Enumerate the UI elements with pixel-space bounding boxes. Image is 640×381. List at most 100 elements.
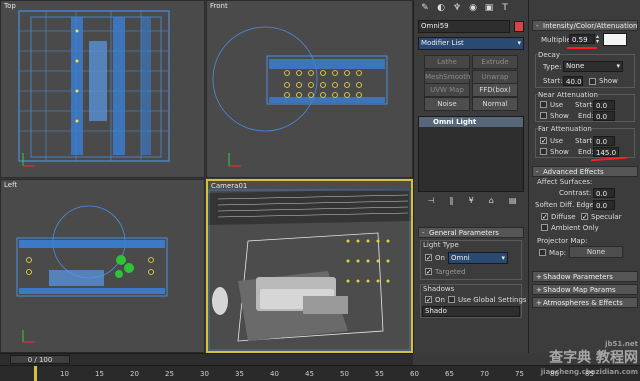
shadows-on-checkbox[interactable]: ✓ — [425, 296, 432, 304]
hierarchy-tab-icon[interactable]: ♆ — [450, 2, 464, 14]
light-on-checkbox[interactable]: ✓ — [425, 254, 432, 262]
shadows-label: Shadows — [423, 285, 455, 293]
frame-counter: 0 / 100 — [27, 356, 53, 364]
utilities-tab-icon[interactable]: T — [498, 2, 512, 14]
viewport-label[interactable]: Front — [210, 2, 228, 10]
use-global-label: Use Global Settings — [458, 296, 527, 304]
modifier-button-uvw-map[interactable]: UVW Map — [424, 83, 470, 97]
modifier-list-dropdown[interactable]: Modifier List ▾ — [418, 37, 524, 50]
modifier-button-meshsmooth[interactable]: MeshSmooth — [424, 70, 470, 84]
decay-type-value: None — [566, 62, 585, 70]
near-end-label: End: — [578, 112, 594, 120]
diffuse-checkbox[interactable]: ✓ — [541, 213, 548, 221]
near-end-spinner[interactable]: 0.0 — [593, 111, 615, 121]
make-unique-icon[interactable]: ¥ — [469, 196, 474, 208]
near-start-spinner[interactable]: 0.0 — [593, 100, 615, 110]
far-use-checkbox[interactable]: ✓ — [540, 137, 547, 145]
viewport-front[interactable]: Front — [206, 0, 413, 178]
far-show-label: Show — [550, 148, 569, 156]
timeline-tick: 35 — [235, 370, 244, 378]
modifier-button-unwrap-uvw[interactable]: Unwrap UVW — [472, 70, 518, 93]
light-color-swatch[interactable] — [603, 33, 627, 46]
soften-spinner[interactable]: 0.0 — [593, 200, 615, 210]
targeted-checkbox[interactable]: ✓ — [425, 268, 432, 276]
modifier-button-ffd-box[interactable]: FFD(box) — [472, 83, 518, 97]
multiplier-annotation — [567, 47, 597, 49]
light-type-dropdown[interactable]: Omni ▾ — [448, 252, 508, 264]
timeline-tick: 40 — [270, 370, 279, 378]
remove-modifier-icon[interactable]: ⌂ — [489, 196, 494, 208]
shadow-type-dropdown[interactable]: Shado — [422, 306, 520, 317]
create-tab-icon[interactable]: ✎ — [418, 2, 432, 14]
modifier-button-extrude[interactable]: Extrude — [472, 55, 518, 69]
map-checkbox[interactable] — [539, 249, 546, 256]
viewport-label[interactable]: Left — [4, 181, 17, 189]
viewport-camera[interactable]: Camera01 — [206, 179, 413, 353]
timeline-tick: 10 — [60, 370, 69, 378]
contrast-spinner[interactable]: 0.0 — [593, 188, 615, 198]
modifier-stack[interactable]: Omni Light — [418, 116, 524, 192]
viewport-label[interactable]: Top — [4, 2, 16, 10]
timeline-tick: 45 — [305, 370, 314, 378]
watermark-url: jiaocheng.chazidian.com — [540, 368, 638, 376]
decay-start-spinner[interactable]: 40.0 — [563, 76, 583, 86]
light-type-value: Omni — [451, 254, 470, 262]
modifier-button-lathe[interactable]: Lathe — [424, 55, 470, 69]
timeline-tick: 20 — [130, 370, 139, 378]
configure-sets-icon[interactable]: ▤ — [509, 196, 517, 208]
timeline-tick: 75 — [515, 370, 524, 378]
multiplier-spinner[interactable]: 0.59 — [569, 34, 595, 44]
near-use-checkbox[interactable] — [540, 101, 547, 108]
timeline-tick: 15 — [95, 370, 104, 378]
decay-show-checkbox[interactable] — [589, 78, 596, 85]
soften-label: Soften Diff. Edge: — [535, 201, 597, 209]
contrast-label: Contrast: — [559, 189, 592, 197]
app-window: Top Front Left Camera01 ✎ ◐ ♆ ◉ ▣ T Omni… — [0, 0, 640, 381]
shadow-map-params-rollout[interactable]: Shadow Map Params — [532, 284, 638, 296]
shadow-parameters-rollout[interactable]: Shadow Parameters — [532, 271, 638, 283]
shadow-type-value: Shado — [425, 307, 447, 315]
viewport-top[interactable]: Top — [0, 0, 205, 178]
spinner-arrows-icon[interactable]: ▴ ▾ — [596, 34, 599, 45]
timeline-tick: 70 — [480, 370, 489, 378]
near-show-checkbox[interactable] — [540, 112, 547, 119]
chevron-down-icon: ▾ — [616, 62, 620, 70]
ambient-only-checkbox[interactable] — [541, 224, 548, 231]
stack-item-omni-light[interactable]: Omni Light — [419, 117, 523, 127]
viewport-label[interactable]: Camera01 — [211, 182, 247, 190]
near-use-label: Use — [550, 101, 564, 109]
far-start-label: Start: — [575, 137, 595, 145]
advanced-effects-rollout[interactable]: Advanced Effects — [532, 166, 638, 178]
front-view-wireframe — [212, 26, 388, 167]
object-color-swatch[interactable] — [514, 21, 524, 32]
display-tab-icon[interactable]: ▣ — [482, 2, 496, 14]
intensity-rollout[interactable]: Intensity/Color/Attenuation — [532, 20, 638, 32]
pin-stack-icon[interactable]: ⊣ — [428, 196, 435, 208]
show-end-result-icon[interactable]: ‖ — [450, 196, 454, 208]
motion-tab-icon[interactable]: ◉ — [466, 2, 480, 14]
timeline-tick: 55 — [375, 370, 384, 378]
far-attenuation-label: Far Attenuation — [538, 125, 592, 133]
viewport-left[interactable]: Left — [0, 179, 205, 353]
time-slider-thumb[interactable]: 0 / 100 — [10, 355, 70, 364]
far-start-spinner[interactable]: 0.0 — [593, 136, 615, 146]
specular-checkbox[interactable]: ✓ — [581, 213, 588, 221]
modifier-button-normal[interactable]: Normal — [472, 97, 518, 111]
use-global-checkbox[interactable] — [448, 296, 455, 303]
object-name-field[interactable]: Omni59 — [418, 20, 510, 33]
timeline-tick: 60 — [410, 370, 419, 378]
far-end-spinner[interactable]: 145.0 — [593, 147, 619, 157]
far-use-label: Use — [550, 137, 564, 145]
modify-tab-icon[interactable]: ◐ — [434, 2, 448, 14]
modifier-button-noise[interactable]: Noise — [424, 97, 470, 111]
decay-type-dropdown[interactable]: None ▾ — [563, 61, 623, 72]
near-show-label: Show — [550, 112, 569, 120]
far-show-checkbox[interactable] — [540, 148, 547, 155]
chevron-down-icon: ▾ — [517, 39, 521, 47]
map-label: Map: — [549, 249, 567, 257]
map-none-button[interactable]: None — [569, 246, 623, 258]
time-slider[interactable]: 0 / 100 — [0, 353, 413, 365]
atmospheres-effects-rollout[interactable]: Atmospheres & Effects — [532, 297, 638, 309]
modifier-list-label: Modifier List — [421, 39, 464, 47]
general-parameters-rollout[interactable]: General Parameters — [418, 227, 524, 239]
